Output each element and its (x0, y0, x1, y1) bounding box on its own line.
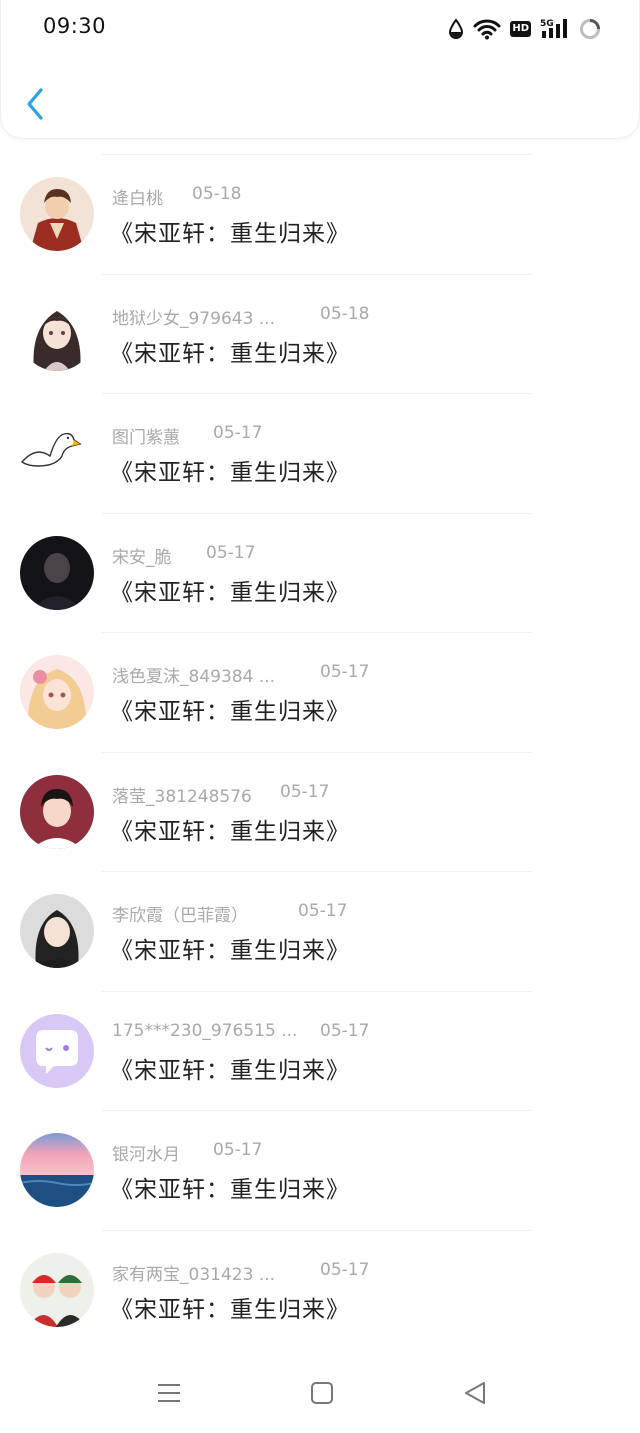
comment-title[interactable]: 《宋亚轩：重生归来》 (110, 1290, 350, 1324)
comment-meta: 李欣霞（巴菲霞） 05-17 (112, 901, 347, 926)
signal-label: 5G (540, 19, 554, 29)
wifi-icon (473, 19, 501, 40)
comment-list: 逄白桃 05-18 《宋亚轩：重生归来》 地狱少女_979643 ... 05-… (0, 154, 640, 1349)
divider (102, 1229, 532, 1231)
divider (102, 1110, 532, 1111)
comment-title[interactable]: 《宋亚轩：重生归来》 (110, 1051, 350, 1085)
avatar[interactable] (20, 774, 94, 849)
username[interactable]: 地狱少女_979643 ... (112, 309, 275, 329)
avatar[interactable] (20, 655, 94, 729)
username[interactable]: 宋安_脆 (112, 548, 172, 568)
home-square-icon[interactable] (309, 1380, 335, 1406)
divider (102, 512, 532, 514)
avatar[interactable] (20, 1252, 94, 1327)
username[interactable]: 图门紫蕙 (112, 428, 180, 448)
comment-meta: 地狱少女_979643 ... 05-18 (112, 304, 369, 329)
comment-date: 05-17 (206, 542, 256, 563)
comment-date: 05-17 (213, 1140, 263, 1160)
avatar[interactable] (20, 1133, 94, 1207)
list-item[interactable]: 175***230_976515 ... 05-17 《宋亚轩：重生归来》 (0, 990, 640, 1111)
comment-title[interactable]: 《宋亚轩：重生归来》 (110, 931, 350, 965)
comment-meta: 浅色夏沫_849384 ... 05-17 (112, 662, 369, 687)
divider (102, 751, 532, 753)
avatar[interactable] (20, 416, 94, 490)
divider (102, 273, 532, 275)
comment-title[interactable]: 《宋亚轩：重生归来》 (110, 453, 350, 487)
comment-meta: 逄白桃 05-18 (112, 184, 241, 209)
comment-title[interactable]: 《宋亚轩：重生归来》 (110, 214, 350, 248)
list-item[interactable]: 银河水月 05-17 《宋亚轩：重生归来》 (0, 1110, 640, 1230)
list-item[interactable]: 图门紫蕙 05-17 《宋亚轩：重生归来》 (0, 393, 640, 513)
avatar[interactable] (20, 177, 94, 251)
system-nav-bar (0, 1360, 640, 1433)
username[interactable]: 家有两宝_031423 ... (112, 1265, 275, 1285)
list-item[interactable]: 落莹_381248576 05-17 《宋亚轩：重生归来》 (0, 751, 640, 872)
divider (102, 393, 532, 394)
signal-icon: 5G (540, 19, 567, 38)
username[interactable]: 落莹_381248576 (112, 787, 252, 807)
username[interactable]: 浅色夏沫_849384 ... (112, 667, 275, 687)
comment-meta: 175***230_976515 ... 05-17 (112, 1021, 369, 1041)
list-item[interactable]: 李欣霞（巴菲霞） 05-17 《宋亚轩：重生归来》 (0, 871, 640, 991)
comment-meta: 银河水月 05-17 (112, 1140, 262, 1165)
comment-date: 05-17 (320, 662, 370, 682)
divider (102, 990, 532, 992)
divider (102, 154, 532, 155)
back-button[interactable] (23, 86, 47, 122)
top-bar: 09:30 HD 5G (0, 0, 640, 139)
username[interactable]: 175***230_976515 ... (112, 1021, 297, 1041)
battery-ring-icon (580, 19, 600, 39)
comment-date: 05-18 (320, 303, 370, 324)
list-item[interactable]: 地狱少女_979643 ... 05-18 《宋亚轩：重生归来》 (0, 273, 640, 394)
avatar[interactable] (20, 535, 94, 610)
comment-date: 05-17 (298, 901, 348, 921)
status-time: 09:30 (43, 14, 107, 38)
status-icons: HD 5G (448, 16, 601, 42)
comment-meta: 图门紫蕙 05-17 (112, 423, 262, 448)
comment-title[interactable]: 《宋亚轩：重生归来》 (110, 812, 350, 846)
divider (102, 871, 532, 872)
list-item[interactable]: 逄白桃 05-18 《宋亚轩：重生归来》 (0, 154, 640, 274)
username[interactable]: 李欣霞（巴菲霞） (112, 906, 248, 926)
username[interactable]: 银河水月 (112, 1145, 180, 1165)
list-item[interactable]: 宋安_脆 05-17 《宋亚轩：重生归来》 (0, 512, 640, 633)
comment-date: 05-17 (320, 1259, 370, 1280)
list-item[interactable]: 浅色夏沫_849384 ... 05-17 《宋亚轩：重生归来》 (0, 632, 640, 752)
comment-date: 05-17 (320, 1020, 370, 1041)
comment-meta: 家有两宝_031423 ... 05-17 (112, 1260, 369, 1285)
comment-title[interactable]: 《宋亚轩：重生归来》 (110, 1170, 350, 1204)
comment-date: 05-17 (280, 781, 330, 802)
list-item[interactable]: 家有两宝_031423 ... 05-17 《宋亚轩：重生归来》 (0, 1229, 640, 1350)
divider (102, 632, 532, 633)
avatar[interactable] (20, 1013, 94, 1088)
username[interactable]: 逄白桃 (112, 189, 163, 209)
comment-meta: 宋安_脆 05-17 (112, 543, 255, 568)
avatar[interactable] (20, 296, 94, 371)
hd-icon: HD (510, 21, 531, 37)
comment-date: 05-17 (213, 423, 263, 443)
comment-title[interactable]: 《宋亚轩：重生归来》 (110, 692, 350, 726)
comment-title[interactable]: 《宋亚轩：重生归来》 (110, 573, 350, 607)
comment-date: 05-18 (192, 184, 242, 204)
comment-meta: 落莹_381248576 05-17 (112, 782, 329, 807)
avatar[interactable] (20, 894, 94, 968)
menu-icon[interactable] (156, 1380, 182, 1406)
triangle-back-icon[interactable] (462, 1380, 488, 1406)
comment-title[interactable]: 《宋亚轩：重生归来》 (110, 334, 350, 368)
data-saver-icon (449, 19, 464, 39)
